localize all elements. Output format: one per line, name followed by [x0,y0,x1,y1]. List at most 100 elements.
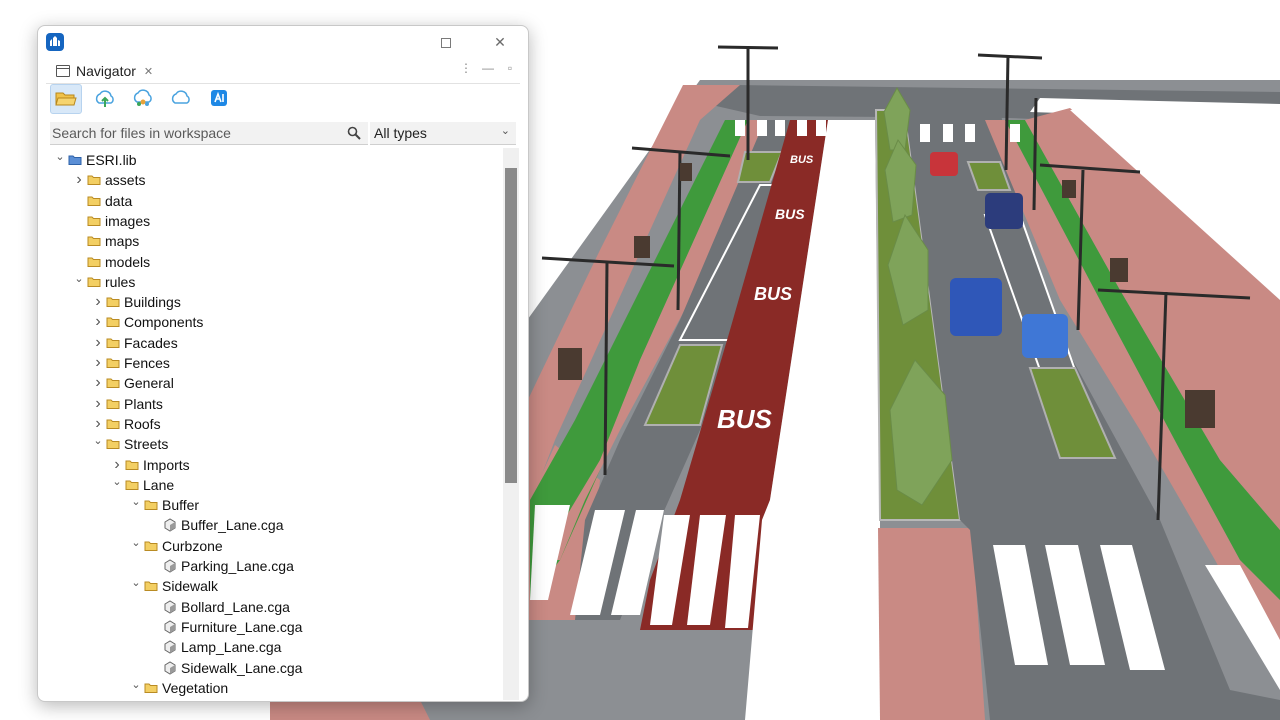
chevron-right-icon[interactable]: › [72,171,86,189]
search-icon[interactable] [346,125,362,141]
tree-row-label: General [124,375,174,391]
tree-row[interactable]: › General [91,373,174,393]
tree-row[interactable]: ⌄ Sidewalk [129,576,218,596]
folder-icon [105,335,121,351]
tree-row[interactable]: ›maps [72,231,139,251]
tree-row-label: Buffer [162,497,200,513]
folder-icon [105,396,121,412]
blue-car-2 [1022,314,1068,358]
foreground-curb [270,700,430,720]
chevron-right-icon[interactable]: › [91,313,105,331]
close-tab-icon[interactable]: ✕ [144,65,153,78]
tree-row-label: models [105,254,151,270]
tree-row-label: data [105,193,133,209]
maximize-button[interactable] [436,32,456,52]
tab-navigator-label: Navigator [76,63,136,79]
chevron-down-icon[interactable]: ⌄ [129,495,143,508]
folder-icon [105,294,121,310]
folder-icon [143,680,159,696]
cga-file-icon [162,558,178,574]
chevron-right-icon[interactable]: › [91,374,105,392]
tree-row[interactable]: › Roofs [91,414,161,434]
bus-text-1: BUS [790,154,814,166]
chevron-down-icon[interactable]: ⌄ [129,536,143,549]
app-logo-icon [46,33,64,51]
cloud-button[interactable] [166,84,196,112]
chevron-down-icon[interactable]: ⌄ [72,272,86,285]
chevron-right-icon[interactable]: › [91,354,105,372]
folder-icon [86,233,102,249]
tree-row-label: Buildings [124,294,181,310]
chevron-down-icon[interactable]: ⌄ [129,576,143,589]
tree-row[interactable]: › Imports [110,455,189,475]
tree-row[interactable]: ⌄ ESRI.lib [53,150,136,170]
tree-row[interactable]: › assets [72,170,145,190]
tree-row-label: Roofs [124,416,161,432]
tree-row[interactable]: › Plants [91,394,163,414]
folder-icon [105,314,121,330]
ai-app-button[interactable] [204,84,234,112]
tab-navigator[interactable]: Navigator ✕ [50,59,159,83]
blue-car-1 [950,278,1002,336]
minimize-view-icon[interactable]: — [482,61,494,75]
share-cloud-button[interactable] [128,84,158,112]
chevron-down-icon: ⌄ [500,125,510,137]
chevron-right-icon[interactable]: › [91,415,105,433]
tree-row[interactable]: ›Parking_Lane.cga [148,556,294,576]
tree-row-label: Furniture_Lane.cga [181,619,303,635]
close-window-button[interactable]: ✕ [490,32,510,52]
folder-icon [86,193,102,209]
chevron-down-icon[interactable]: ⌄ [91,434,105,447]
tree-row[interactable]: ⌄ rules [72,272,135,292]
tree-row[interactable]: ›Lamp_Lane.cga [148,637,281,657]
scrollbar-thumb[interactable] [505,168,517,483]
tree-row-label: Fences [124,355,170,371]
tree-row[interactable]: ›models [72,252,150,272]
folder-icon [86,172,102,188]
chevron-down-icon[interactable]: ⌄ [129,678,143,691]
tree-row[interactable]: ›images [72,211,150,231]
chevron-down-icon[interactable]: ⌄ [53,150,67,163]
maximize-view-icon[interactable]: ▫ [504,61,516,75]
tree-row[interactable]: ›Sidewalk_Lane.cga [148,658,302,678]
folder-icon [124,477,140,493]
tree-row[interactable]: › Buildings [91,292,181,312]
tree-row[interactable]: › Fences [91,353,170,373]
tree-row-label: rules [105,274,136,290]
tree-scrollbar[interactable] [503,148,519,700]
tree-row[interactable]: ›Buffer_Lane.cga [148,515,284,535]
tree-row[interactable]: ⌄ Streets [91,434,168,454]
workspace-search-input[interactable] [52,123,340,143]
tree-row[interactable]: ⌄ Buffer [129,495,199,515]
open-folder-button[interactable] [50,84,82,114]
navy-car [985,193,1023,229]
tree-row-label: Vegetation [162,680,229,696]
tree-row-label: assets [105,172,146,188]
tree-row-label: Buffer_Lane.cga [181,517,284,533]
tree-row[interactable]: ›data [72,191,132,211]
tree-row-label: Sidewalk_Lane.cga [181,660,303,676]
view-menu-icon[interactable]: ⋮ [460,61,472,75]
tree-row[interactable]: ⌄ Vegetation [129,678,228,698]
tree-row[interactable]: ⌄ Lane [110,475,174,495]
chevron-right-icon[interactable]: › [91,395,105,413]
tree-row-label: Lane [143,477,175,493]
tree-row[interactable]: ›Bollard_Lane.cga [148,597,290,617]
cga-file-icon [162,517,178,533]
chevron-right-icon[interactable]: › [110,456,124,474]
tree-row[interactable]: ⌄ Curbzone [129,536,222,556]
chevron-right-icon[interactable]: › [91,293,105,311]
cloud-upload-icon [95,90,114,107]
upload-to-cloud-button[interactable] [90,84,120,112]
cloud-people-icon [133,89,152,106]
chevron-down-icon[interactable]: ⌄ [110,475,124,488]
file-type-select[interactable]: All types ⌄ [370,122,516,145]
tree-row[interactable]: ›Furniture_Lane.cga [148,617,302,637]
tree-row[interactable]: › Facades [91,333,178,353]
folder-icon [105,375,121,391]
tree-row-label: Facades [124,335,178,351]
tree-row[interactable]: › Components [91,312,203,332]
chevron-right-icon[interactable]: › [91,334,105,352]
folder-icon [124,457,140,473]
tree-row-label: Parking_Lane.cga [181,558,294,574]
